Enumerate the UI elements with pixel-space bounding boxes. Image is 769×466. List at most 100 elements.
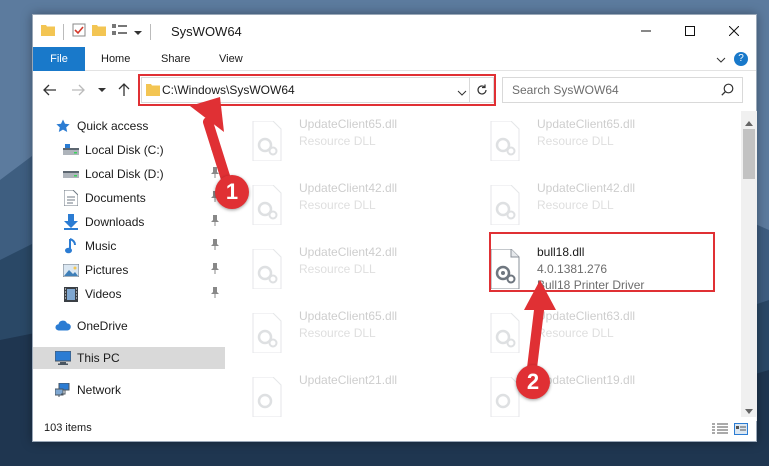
scroll-down-icon[interactable] bbox=[745, 403, 753, 417]
up-button[interactable] bbox=[115, 81, 133, 99]
sidebar-item-label: Documents bbox=[85, 191, 146, 205]
toolbar-separator bbox=[150, 23, 151, 40]
qat-dropdown-icon[interactable] bbox=[134, 25, 142, 39]
file-description: Resource DLL bbox=[299, 262, 376, 276]
pictures-icon bbox=[63, 262, 79, 278]
download-icon bbox=[63, 214, 79, 230]
sidebar-item-label: Pictures bbox=[85, 263, 129, 277]
file-item[interactable]: UpdateClient63.dll Resource DLL bbox=[471, 303, 701, 359]
maximize-icon bbox=[685, 26, 695, 36]
search-icon[interactable] bbox=[721, 83, 734, 99]
file-item[interactable]: UpdateClient65.dll Resource DLL bbox=[471, 111, 701, 167]
minimize-button[interactable] bbox=[624, 15, 668, 47]
cloud-icon bbox=[55, 318, 71, 334]
tab-view[interactable]: View bbox=[219, 47, 243, 71]
dll-file-icon bbox=[252, 249, 282, 289]
file-description: Resource DLL bbox=[537, 198, 614, 212]
file-name: UpdateClient42.dll bbox=[299, 181, 398, 195]
chevron-down-icon bbox=[98, 88, 106, 92]
forward-arrow-icon bbox=[72, 84, 85, 96]
file-explorer-window: SysWOW64 File Home Share View ? C:\Windo… bbox=[32, 14, 757, 442]
help-icon[interactable]: ? bbox=[734, 52, 748, 66]
details-view-icon[interactable] bbox=[712, 423, 728, 438]
search-input[interactable] bbox=[512, 83, 712, 97]
file-name: UpdateClient65.dll bbox=[299, 309, 398, 323]
customize-icon[interactable] bbox=[112, 23, 128, 40]
pin-icon[interactable] bbox=[210, 239, 220, 253]
scroll-thumb[interactable] bbox=[743, 129, 755, 179]
up-arrow-icon bbox=[118, 83, 130, 96]
properties-icon[interactable] bbox=[72, 23, 86, 40]
folder-icon bbox=[41, 24, 55, 39]
sidebar-item-videos[interactable]: Videos bbox=[33, 283, 225, 305]
minimize-icon bbox=[641, 30, 651, 32]
file-item[interactable]: UpdateClient42.dll Resource DLL bbox=[471, 175, 701, 231]
sidebar-item-label: Quick access bbox=[77, 119, 149, 133]
tab-home[interactable]: Home bbox=[101, 47, 130, 71]
view-switcher bbox=[712, 423, 748, 438]
pin-icon[interactable] bbox=[210, 287, 220, 301]
file-item[interactable]: UpdateClient21.dll bbox=[233, 367, 463, 421]
vertical-scrollbar[interactable] bbox=[741, 111, 757, 421]
dll-file-icon bbox=[490, 121, 520, 161]
close-icon bbox=[729, 26, 739, 36]
toolbar-separator bbox=[63, 23, 64, 40]
file-name: UpdateClient42.dll bbox=[299, 245, 398, 259]
window-controls bbox=[624, 15, 756, 47]
drive-icon bbox=[63, 166, 79, 182]
file-name: UpdateClient42.dll bbox=[537, 181, 636, 195]
sidebar-item-pictures[interactable]: Pictures bbox=[33, 259, 225, 281]
file-description: Resource DLL bbox=[299, 134, 376, 148]
sidebar-item-label: Local Disk (C:) bbox=[85, 143, 164, 157]
tab-share[interactable]: Share bbox=[161, 47, 190, 71]
file-description: Resource DLL bbox=[299, 326, 376, 340]
sidebar-item-label: Music bbox=[85, 239, 117, 253]
drive-icon bbox=[63, 142, 79, 158]
file-description: Resource DLL bbox=[537, 134, 614, 148]
ribbon-tabs: File Home Share View ? bbox=[33, 47, 756, 71]
sidebar-item-label: Network bbox=[77, 383, 122, 397]
close-button[interactable] bbox=[712, 15, 756, 47]
tab-file[interactable]: File bbox=[33, 47, 85, 71]
file-item[interactable]: UpdateClient42.dll Resource DLL bbox=[233, 175, 463, 231]
ribbon-expand-icon[interactable] bbox=[716, 53, 726, 67]
computer-icon bbox=[55, 350, 71, 366]
file-item[interactable]: UpdateClient65.dll Resource DLL bbox=[233, 303, 463, 359]
file-description: Resource DLL bbox=[299, 198, 376, 212]
callout-arrow-2 bbox=[524, 280, 556, 373]
sidebar-item-downloads[interactable]: Downloads bbox=[33, 211, 225, 233]
step-badge-2: 2 bbox=[516, 365, 550, 399]
file-name: UpdateClient65.dll bbox=[537, 117, 636, 131]
sidebar-item-onedrive[interactable]: OneDrive bbox=[33, 315, 225, 337]
sidebar-item-label: Downloads bbox=[85, 215, 145, 229]
sidebar-item-label: OneDrive bbox=[77, 319, 128, 333]
sidebar-item-this-pc[interactable]: This PC bbox=[33, 347, 225, 369]
tiles-view-icon[interactable] bbox=[734, 423, 748, 438]
recent-locations-button[interactable] bbox=[93, 81, 111, 99]
back-button[interactable] bbox=[41, 81, 59, 99]
back-arrow-icon bbox=[43, 84, 56, 96]
pin-icon[interactable] bbox=[210, 215, 220, 229]
music-icon bbox=[63, 238, 79, 254]
file-item[interactable]: UpdateClient19.dll bbox=[471, 367, 701, 421]
quick-access-toolbar bbox=[41, 23, 153, 40]
documents-icon bbox=[63, 190, 79, 206]
sidebar-item-label: This PC bbox=[77, 351, 120, 365]
search-box[interactable] bbox=[502, 77, 743, 103]
sidebar-item-network[interactable]: Network bbox=[33, 379, 225, 401]
file-name: UpdateClient21.dll bbox=[299, 373, 398, 387]
dll-file-icon bbox=[252, 313, 282, 353]
dll-file-icon bbox=[252, 377, 282, 417]
maximize-button[interactable] bbox=[668, 15, 712, 47]
pin-icon[interactable] bbox=[210, 263, 220, 277]
new-folder-icon[interactable] bbox=[92, 24, 106, 39]
dll-file-icon bbox=[490, 185, 520, 225]
file-item[interactable]: UpdateClient42.dll Resource DLL bbox=[233, 239, 463, 295]
window-title: SysWOW64 bbox=[171, 24, 242, 39]
scroll-up-icon[interactable] bbox=[745, 115, 753, 129]
file-item[interactable]: UpdateClient65.dll Resource DLL bbox=[233, 111, 463, 167]
sidebar-item-music[interactable]: Music bbox=[33, 235, 225, 257]
videos-icon bbox=[63, 286, 79, 302]
sidebar-item-label: Local Disk (D:) bbox=[85, 167, 164, 181]
forward-button[interactable] bbox=[69, 81, 87, 99]
